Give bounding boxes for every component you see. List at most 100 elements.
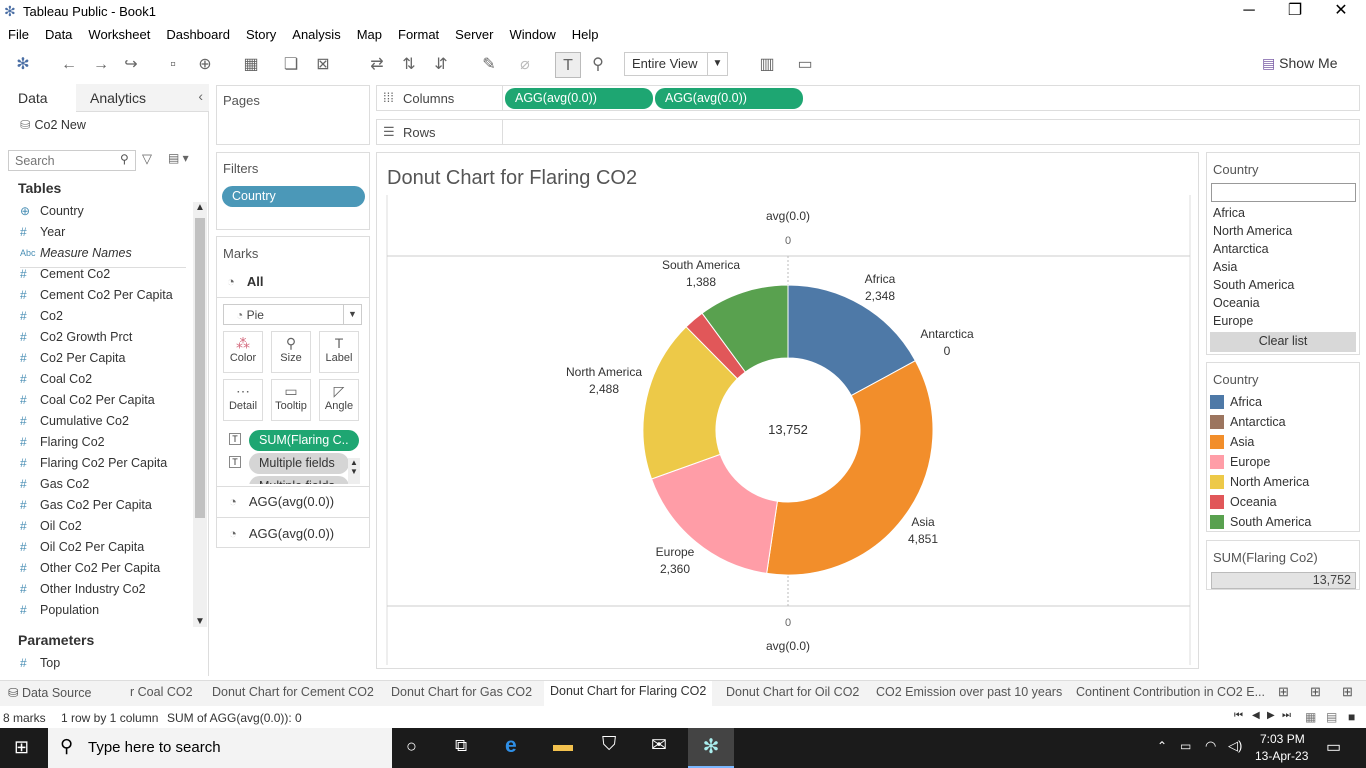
field-item[interactable]: # Coal Co2 Per Capita <box>20 393 155 407</box>
field-item[interactable]: # Co2 <box>20 309 63 323</box>
country-filter-item[interactable]: South America <box>1213 278 1294 292</box>
field-item[interactable]: # Year <box>20 225 65 239</box>
replay-icon[interactable]: ↪ <box>118 52 144 78</box>
field-item[interactable]: # Flaring Co2 <box>20 435 105 449</box>
scroll-up-icon[interactable]: ▲ <box>195 202 205 213</box>
legend-item[interactable]: Europe <box>1210 455 1270 469</box>
field-item[interactable]: # Other Industry Co2 <box>20 582 146 596</box>
file-explorer-icon[interactable]: ▬ <box>553 734 573 757</box>
new-datasource-icon[interactable]: ⊕ <box>192 52 218 78</box>
clock-time[interactable]: 7:03 PM <box>1260 732 1305 746</box>
field-item[interactable]: # Population <box>20 603 99 617</box>
tab-data-source[interactable]: ⛁ Data Source <box>8 685 91 700</box>
legend-item[interactable]: North America <box>1210 475 1309 489</box>
marks-field-3[interactable]: Multiple fields <box>229 476 349 484</box>
notification-icon[interactable]: ▭ <box>1326 737 1341 757</box>
menu-item-format[interactable]: Format <box>398 27 447 42</box>
country-filter-item[interactable]: North America <box>1213 224 1292 238</box>
field-item[interactable]: # Oil Co2 Per Capita <box>20 540 144 554</box>
nav-next-icon[interactable]: ▶ <box>1267 710 1275 721</box>
filter-pill-country[interactable]: Country <box>222 186 365 207</box>
undo-icon[interactable]: ← <box>56 52 82 78</box>
sheet-tab[interactable]: Donut Chart for Cement CO2 <box>212 685 374 699</box>
mail-icon[interactable]: ✉ <box>651 734 667 757</box>
marks-scroll[interactable]: ▲ ▼ <box>348 458 360 484</box>
field-item[interactable]: # Cement Co2 <box>20 267 110 281</box>
pages-shelf[interactable]: Pages <box>216 85 370 145</box>
marks-angle-button[interactable]: ◸ Angle <box>319 379 359 421</box>
marks-all-tab[interactable]: ◔ All <box>217 266 369 298</box>
sheet-tab[interactable]: r Coal CO2 <box>130 685 193 699</box>
search-input[interactable] <box>8 150 136 171</box>
country-filter-item[interactable]: Antarctica <box>1213 242 1269 256</box>
menu-item-help[interactable]: Help <box>572 27 607 42</box>
menu-item-worksheet[interactable]: Worksheet <box>88 27 158 42</box>
country-filter-item[interactable]: Oceania <box>1213 296 1260 310</box>
marks-size-button[interactable]: ⚲ Size <box>271 331 311 373</box>
sheet-tab[interactable]: Donut Chart for Flaring CO2 <box>544 681 713 706</box>
legend-item[interactable]: Africa <box>1210 395 1262 409</box>
country-filter-search[interactable] <box>1211 183 1356 202</box>
columns-pill-2[interactable]: AGG(avg(0.0)) <box>655 88 803 109</box>
menu-item-server[interactable]: Server <box>455 27 501 42</box>
marks-tooltip-button[interactable]: ▭ Tooltip <box>271 379 311 421</box>
task-view-icon[interactable]: ⧉ <box>455 736 467 756</box>
marks-pill-flaring[interactable]: SUM(Flaring C.. <box>249 430 359 451</box>
maximize-icon[interactable]: ❐ <box>1272 0 1318 23</box>
marks-field-2[interactable]: T Multiple fields <box>229 453 349 474</box>
marks-detail-button[interactable]: ⋯ Detail <box>223 379 263 421</box>
show-labels-icon[interactable]: T <box>555 52 581 78</box>
tableau-home-icon[interactable]: ✻ <box>10 52 36 78</box>
tab-data[interactable]: Data <box>0 84 76 112</box>
menu-item-window[interactable]: Window <box>509 27 563 42</box>
field-item[interactable]: # Gas Co2 Per Capita <box>20 498 152 512</box>
parameter-item[interactable]: # Top <box>20 656 60 670</box>
cortana-icon[interactable]: ○ <box>406 736 417 757</box>
tableau-taskbar-icon[interactable]: ✻ <box>688 728 734 768</box>
field-item[interactable]: Abc Measure Names <box>20 246 132 260</box>
filmstrip-icon[interactable]: ▤ <box>1326 710 1337 724</box>
collapse-icon[interactable]: ‹ <box>198 88 203 104</box>
tab-analytics[interactable]: Analytics ‹ <box>76 84 209 112</box>
minimize-icon[interactable]: ─ <box>1226 0 1272 23</box>
legend-item[interactable]: Asia <box>1210 435 1254 449</box>
new-dashboard-icon[interactable]: ⊞ <box>1310 684 1321 700</box>
menu-item-file[interactable]: File <box>8 27 37 42</box>
pin-icon[interactable]: ⚲ <box>585 52 611 78</box>
sheet-tab[interactable]: CO2 Emission over past 10 years <box>876 685 1062 699</box>
rows-shelf[interactable]: ☰ Rows <box>376 119 1360 145</box>
swap-icon[interactable]: ⇄ <box>364 52 390 78</box>
sheet-tab[interactable]: Continent Contribution in CO2 E... <box>1076 685 1265 699</box>
sheet-sorter-icon[interactable]: ▦ <box>1305 710 1316 724</box>
menu-item-map[interactable]: Map <box>357 27 390 42</box>
marks-field-1[interactable]: T SUM(Flaring C.. <box>229 430 359 451</box>
sort-asc-icon[interactable]: ⇅ <box>396 52 422 78</box>
duplicate-icon[interactable]: ❏ <box>278 52 304 78</box>
field-item[interactable]: # Co2 Per Capita <box>20 351 125 365</box>
scroll-down-icon[interactable]: ▼ <box>195 616 205 627</box>
field-item[interactable]: # Gas Co2 <box>20 477 89 491</box>
scroll-thumb[interactable] <box>195 218 205 518</box>
edge-icon[interactable]: e <box>505 734 517 758</box>
new-story-icon[interactable]: ⊞ <box>1342 684 1353 700</box>
size-legend-bar[interactable]: 13,752 <box>1211 572 1356 589</box>
group-icon[interactable]: ⌀ <box>512 52 538 78</box>
sheet-tab[interactable]: Donut Chart for Oil CO2 <box>726 685 859 699</box>
legend-item[interactable]: Antarctica <box>1210 415 1286 429</box>
columns-pill-1[interactable]: AGG(avg(0.0)) <box>505 88 653 109</box>
sheet-tab[interactable]: Donut Chart for Gas CO2 <box>391 685 532 699</box>
menu-item-story[interactable]: Story <box>246 27 284 42</box>
country-filter-item[interactable]: Africa <box>1213 206 1245 220</box>
sort-desc-icon[interactable]: ⇵ <box>428 52 454 78</box>
tray-chevron-icon[interactable]: ⌃ <box>1157 739 1167 753</box>
field-item[interactable]: ⊕ Country <box>20 204 84 218</box>
field-item[interactable]: # Flaring Co2 Per Capita <box>20 456 167 470</box>
menu-item-dashboard[interactable]: Dashboard <box>166 27 238 42</box>
fit-dropdown[interactable]: Entire View ▼ <box>624 52 728 76</box>
filters-shelf[interactable]: Filters Country <box>216 152 370 230</box>
taskbar-search[interactable]: ⚲ Type here to search <box>48 728 392 768</box>
nav-last-icon[interactable]: ⏭ <box>1282 710 1291 721</box>
field-item[interactable]: # Oil Co2 <box>20 519 82 533</box>
marks-agg-2[interactable]: ◔ AGG(avg(0.0)) <box>217 517 369 548</box>
menu-item-analysis[interactable]: Analysis <box>292 27 348 42</box>
